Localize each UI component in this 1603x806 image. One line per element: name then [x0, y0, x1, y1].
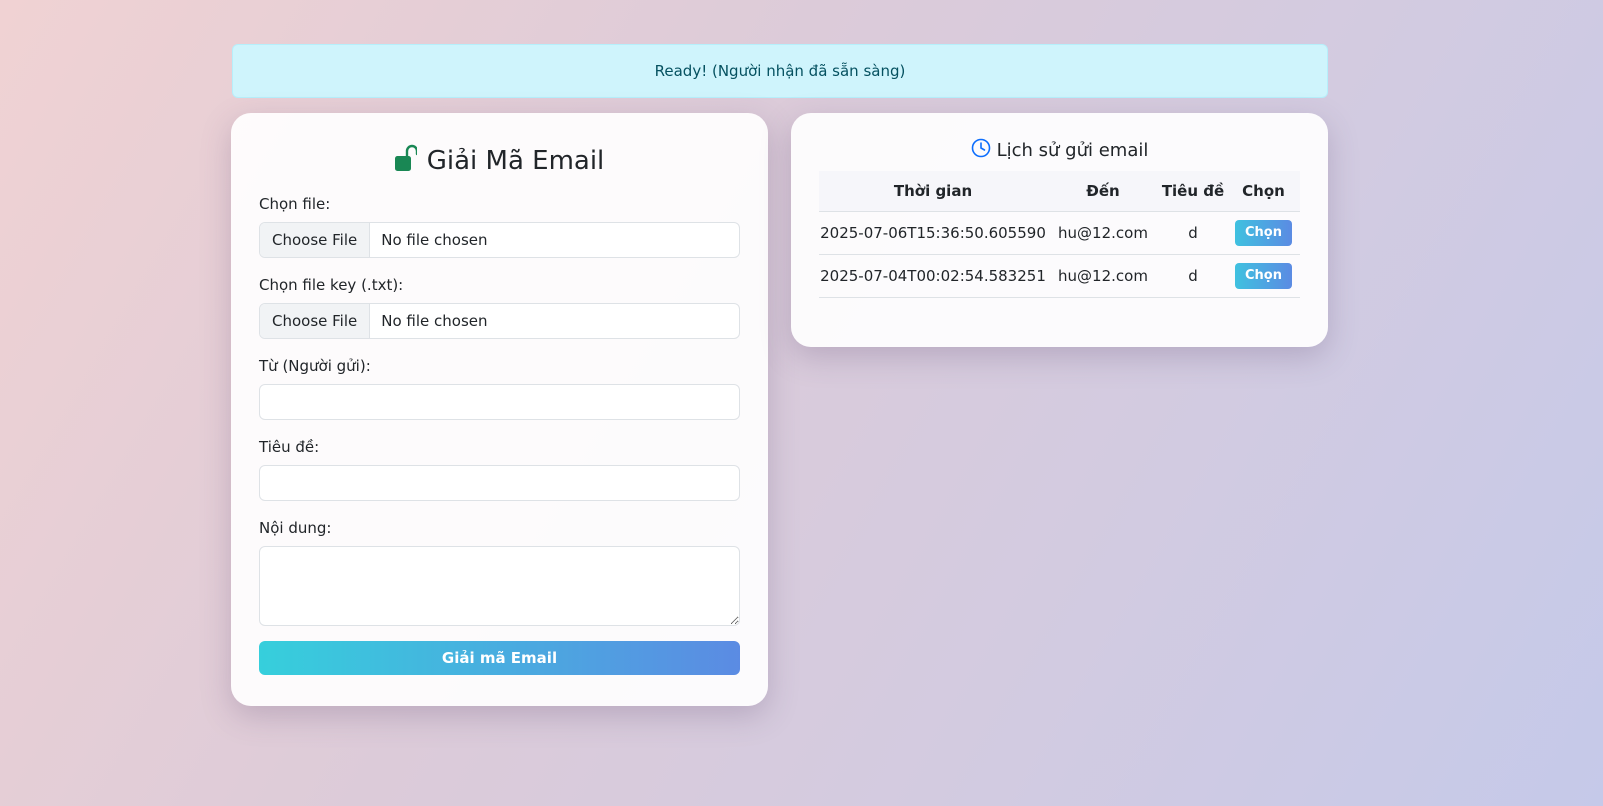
- file-status-text: No file chosen: [381, 231, 488, 249]
- row-action-cell: Chọn: [1227, 211, 1300, 255]
- file-label: Chọn file:: [259, 195, 331, 213]
- decrypt-title-text: Giải Mã Email: [426, 146, 605, 176]
- table-row: 2025-07-04T00:02:54.583251 hu@12.com d C…: [819, 254, 1300, 298]
- history-card: Lịch sử gửi email Thời gian Đến Tiêu đề …: [791, 113, 1328, 347]
- status-alert-text: Ready! (Người nhận đã sẵn sàng): [654, 62, 906, 80]
- row-subject: d: [1159, 211, 1227, 255]
- key-file-label: Chọn file key (.txt):: [259, 276, 404, 294]
- subject-input[interactable]: [259, 465, 740, 501]
- column-header-time: Thời gian: [819, 171, 1047, 212]
- unlock-icon: [394, 144, 418, 179]
- decrypt-submit-button[interactable]: Giải mã Email: [259, 641, 740, 675]
- row-action-cell: Chọn: [1227, 254, 1300, 298]
- decrypt-title: Giải Mã Email: [259, 143, 740, 179]
- from-label: Từ (Người gửi):: [259, 357, 371, 375]
- history-title: Lịch sử gửi email: [819, 137, 1300, 163]
- table-row: 2025-07-06T15:36:50.605590 hu@12.com d C…: [819, 211, 1300, 255]
- key-file-input[interactable]: Choose File No file chosen: [259, 303, 740, 339]
- row-time: 2025-07-06T15:36:50.605590: [819, 211, 1047, 255]
- clock-icon: [971, 138, 991, 163]
- content-label: Nội dung:: [259, 519, 332, 537]
- row-to: hu@12.com: [1047, 254, 1159, 298]
- status-alert: Ready! (Người nhận đã sẵn sàng): [232, 44, 1328, 98]
- select-email-button[interactable]: Chọn: [1235, 262, 1292, 289]
- column-header-select: Chọn: [1227, 171, 1300, 212]
- row-subject: d: [1159, 254, 1227, 298]
- history-title-text: Lịch sử gửi email: [996, 139, 1149, 161]
- column-header-to: Đến: [1047, 171, 1159, 212]
- decrypt-card: Giải Mã Email Chọn file: Choose File No …: [231, 113, 768, 706]
- subject-label: Tiêu đề:: [259, 438, 320, 456]
- select-email-button[interactable]: Chọn: [1235, 219, 1292, 246]
- history-table-header: Thời gian Đến Tiêu đề Chọn: [819, 171, 1300, 212]
- content-textarea[interactable]: [259, 546, 740, 626]
- row-time: 2025-07-04T00:02:54.583251: [819, 254, 1047, 298]
- file-input[interactable]: Choose File No file chosen: [259, 222, 740, 258]
- choose-key-file-button[interactable]: Choose File: [260, 304, 371, 338]
- key-file-status-text: No file chosen: [381, 312, 488, 330]
- from-input[interactable]: [259, 384, 740, 420]
- history-table: Thời gian Đến Tiêu đề Chọn 2025-07-06T15…: [819, 171, 1300, 298]
- column-header-subject: Tiêu đề: [1159, 171, 1227, 212]
- row-to: hu@12.com: [1047, 211, 1159, 255]
- choose-file-button[interactable]: Choose File: [260, 223, 371, 257]
